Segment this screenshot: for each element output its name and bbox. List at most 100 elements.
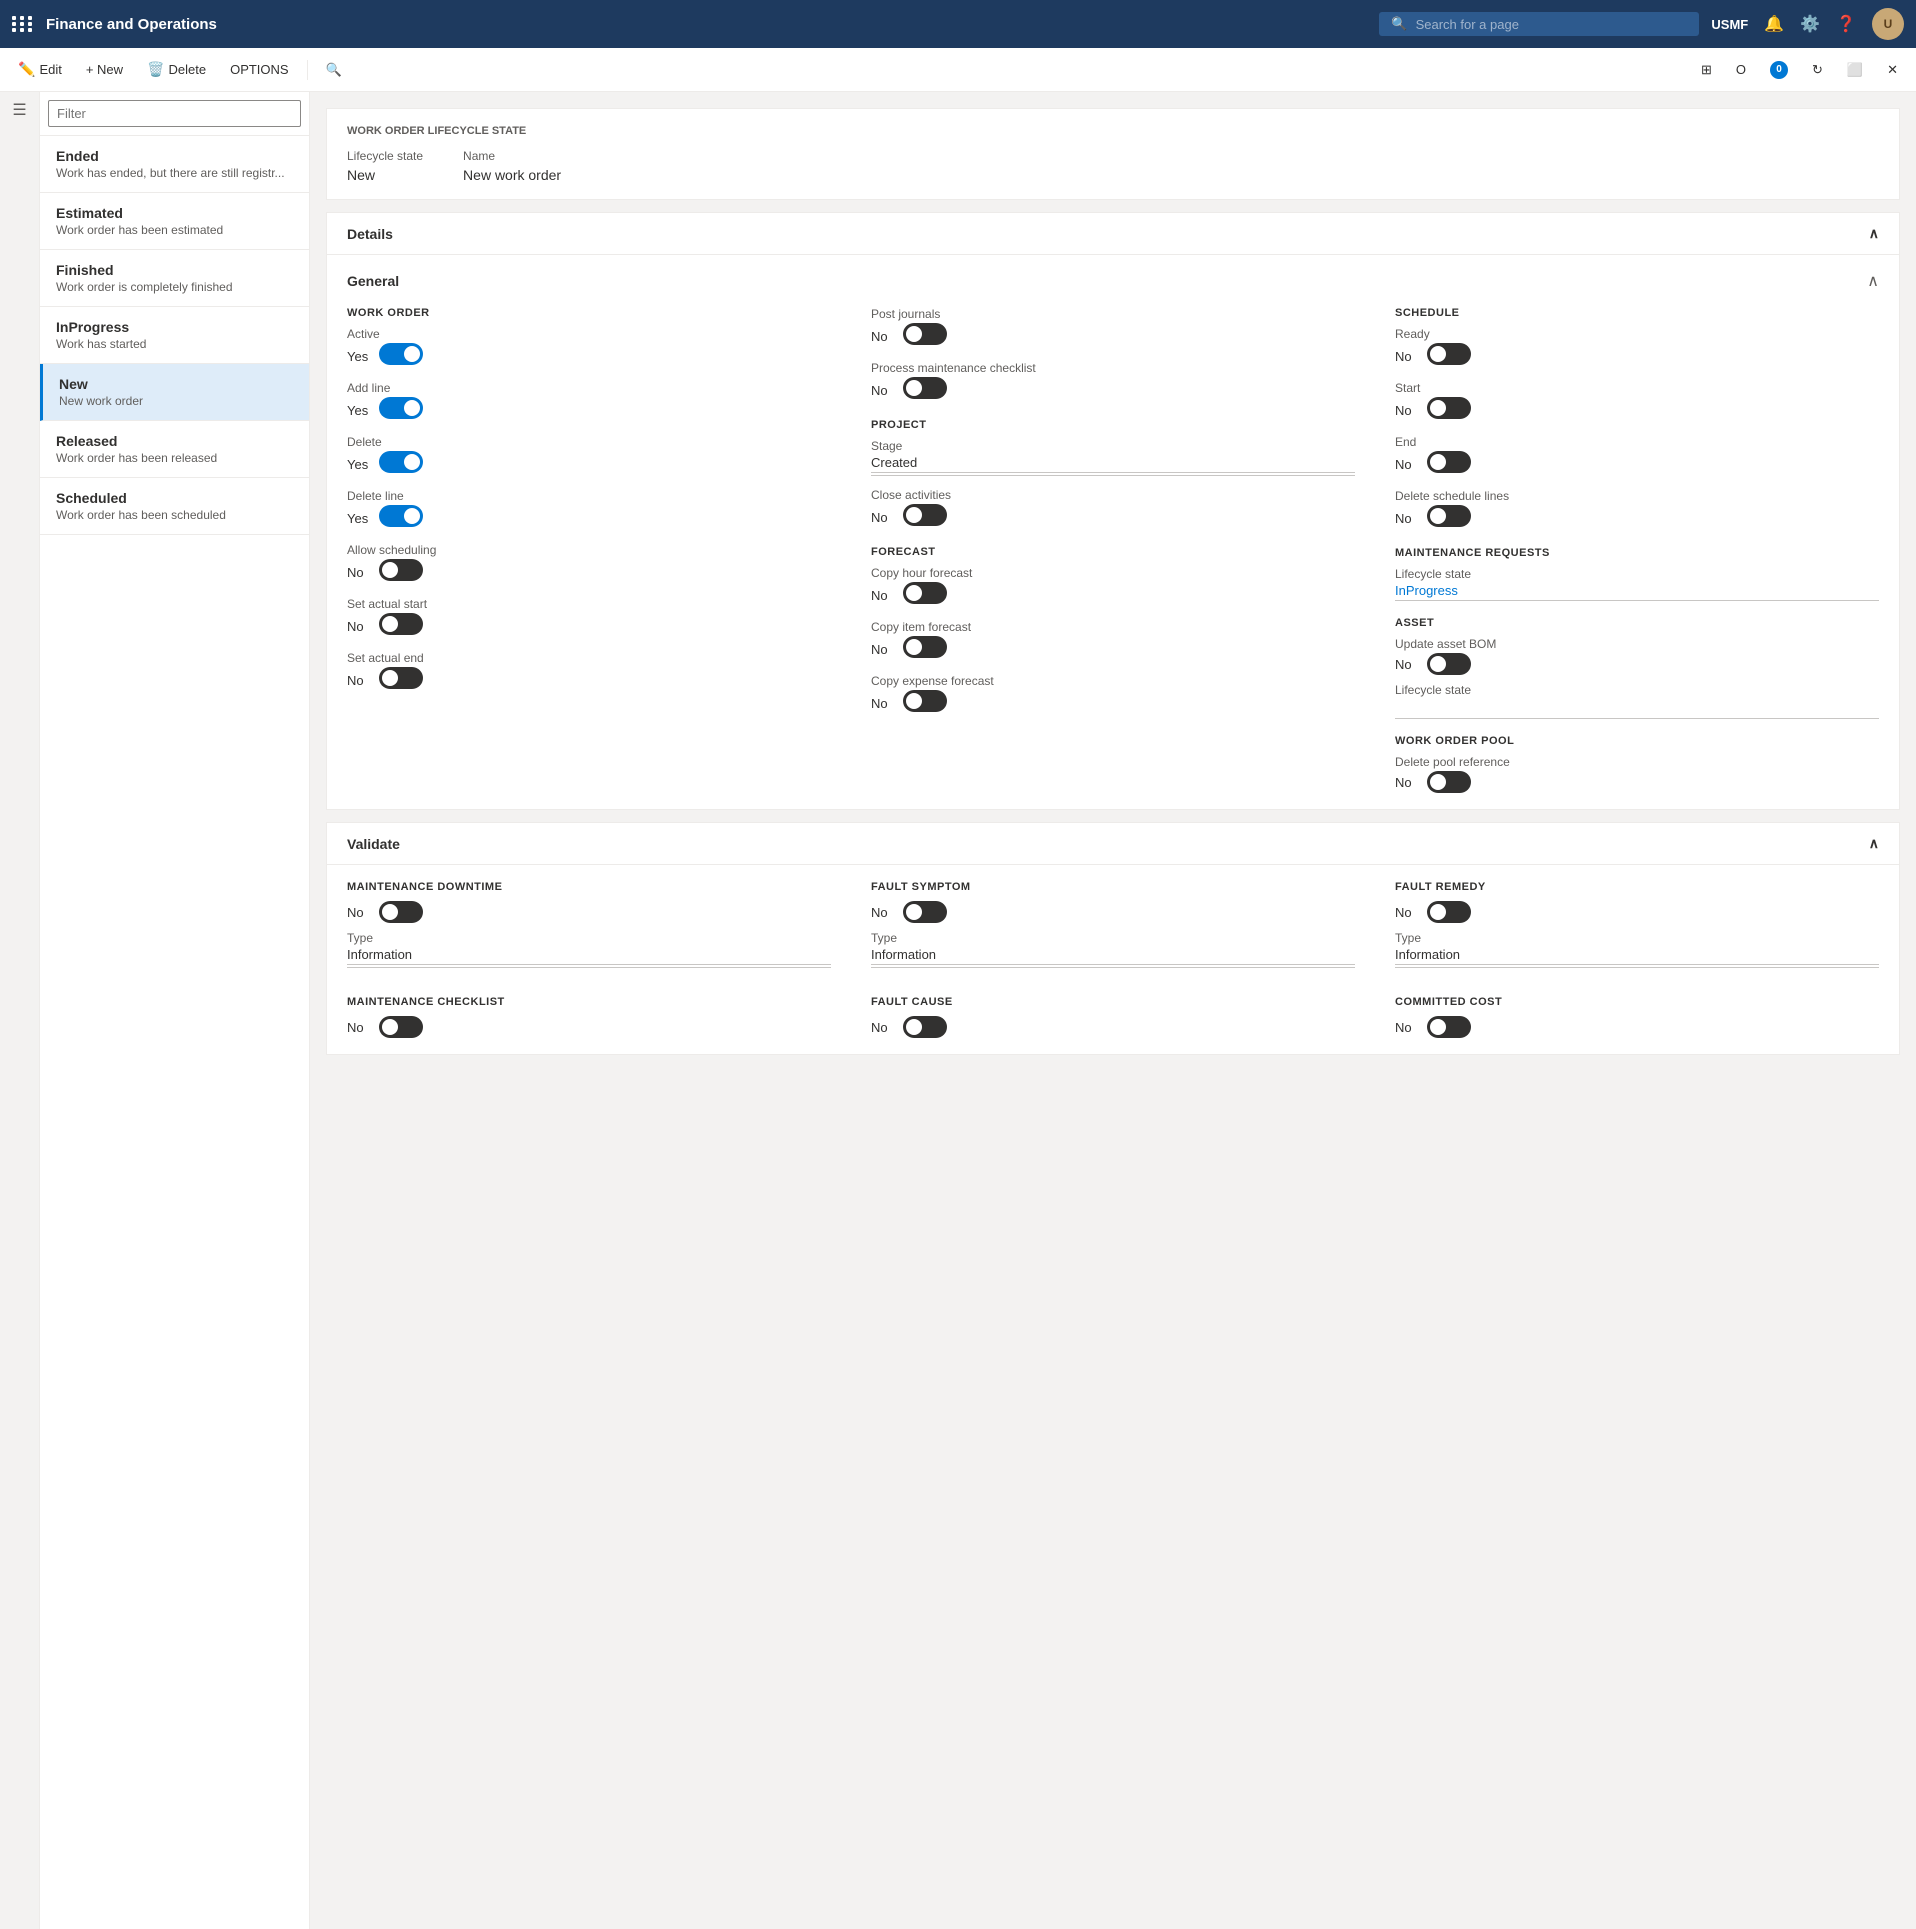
right-content: WORK ORDER LIFECYCLE STATE Lifecycle sta… xyxy=(310,92,1916,1929)
delete-pool-ref-toggle[interactable] xyxy=(1427,771,1471,793)
sidebar-item-scheduled[interactable]: Scheduled Work order has been scheduled xyxy=(40,478,309,535)
nav-actions: USMF 🔔 ⚙️ ❓ U xyxy=(1711,8,1904,40)
waffle-menu[interactable] xyxy=(12,16,34,32)
fault-symptom-value: No xyxy=(871,905,895,920)
delete-line-toggle[interactable] xyxy=(379,505,423,527)
copy-expense-forecast-toggle[interactable] xyxy=(903,690,947,712)
fault-remedy-toggle[interactable] xyxy=(1427,901,1471,923)
search-icon: 🔍 xyxy=(1391,16,1407,32)
start-toggle[interactable] xyxy=(1427,397,1471,419)
right-column: SCHEDULE Ready No xyxy=(1395,307,1879,793)
end-toggle[interactable] xyxy=(1427,451,1471,473)
command-bar: ✏️ Edit + New 🗑️ Delete OPTIONS 🔍 ⊞ O 0 … xyxy=(0,48,1916,92)
fr-type-value: Information xyxy=(1395,947,1879,965)
ready-value: No xyxy=(1395,349,1419,364)
edit-button[interactable]: ✏️ Edit xyxy=(8,55,72,84)
fr-type-field: Type Information xyxy=(1395,931,1879,968)
update-asset-bom-value: No xyxy=(1395,657,1419,672)
process-mc-label: Process maintenance checklist xyxy=(871,361,1355,375)
global-search[interactable]: 🔍 xyxy=(1379,12,1699,36)
notification-bell[interactable]: 🔔 xyxy=(1764,14,1784,34)
delete-schedule-lines-toggle[interactable] xyxy=(1427,505,1471,527)
set-actual-start-toggle[interactable] xyxy=(379,613,423,635)
maintenance-requests-label: MAINTENANCE REQUESTS xyxy=(1395,547,1879,559)
copy-hour-forecast-value: No xyxy=(871,588,895,603)
sidebar-list: Ended Work has ended, but there are stil… xyxy=(40,136,309,1929)
sidebar-item-finished[interactable]: Finished Work order is completely finish… xyxy=(40,250,309,307)
maintenance-downtime-toggle[interactable] xyxy=(379,901,423,923)
settings-icon[interactable]: ⚙️ xyxy=(1800,14,1820,34)
set-actual-end-value: No xyxy=(347,673,371,688)
post-journals-toggle[interactable] xyxy=(903,323,947,345)
search-filter-button[interactable]: 🔍 xyxy=(316,56,352,84)
start-field: Start No xyxy=(1395,381,1879,423)
allow-scheduling-toggle[interactable] xyxy=(379,559,423,581)
maintenance-checklist-toggle[interactable] xyxy=(379,1016,423,1038)
new-button[interactable]: + New xyxy=(76,56,133,83)
delete-toggle[interactable] xyxy=(379,451,423,473)
maximize-button[interactable]: ⬜ xyxy=(1837,56,1873,84)
sidebar-filter[interactable] xyxy=(40,92,309,136)
forecast-label: FORECAST xyxy=(871,546,1355,558)
sidebar-item-inprogress[interactable]: InProgress Work has started xyxy=(40,307,309,364)
stage-label: Stage xyxy=(871,439,1355,453)
delete-button[interactable]: 🗑️ Delete xyxy=(137,55,216,84)
sidebar-item-estimated[interactable]: Estimated Work order has been estimated xyxy=(40,193,309,250)
fault-symptom-col: FAULT SYMPTOM No Type Information xyxy=(871,881,1355,980)
process-mc-field: Process maintenance checklist No xyxy=(871,361,1355,403)
add-line-toggle[interactable] xyxy=(379,397,423,419)
committed-cost-toggle[interactable] xyxy=(1427,1016,1471,1038)
fault-remedy-value: No xyxy=(1395,905,1419,920)
fault-symptom-label: FAULT SYMPTOM xyxy=(871,881,1355,893)
office-icon[interactable]: O xyxy=(1726,56,1756,83)
active-toggle[interactable] xyxy=(379,343,423,365)
filter-icon[interactable]: ☰ xyxy=(12,100,26,120)
active-field: Active Yes xyxy=(347,327,831,369)
work-order-pool-label: WORK ORDER POOL xyxy=(1395,735,1879,747)
sidebar-item-released[interactable]: Released Work order has been released xyxy=(40,421,309,478)
process-mc-toggle[interactable] xyxy=(903,377,947,399)
filter-sidebar-toggle[interactable]: ☰ xyxy=(0,92,40,1929)
asset-subsection: ASSET Update asset BOM No Lifecycle s xyxy=(1395,617,1879,719)
fault-cause-toggle[interactable] xyxy=(903,1016,947,1038)
refresh-button[interactable]: ↻ xyxy=(1802,56,1833,84)
validate-section-header[interactable]: Validate ∧ xyxy=(327,823,1899,865)
left-sidebar: Ended Work has ended, but there are stil… xyxy=(40,92,310,1929)
sidebar-item-desc-released: Work order has been released xyxy=(56,451,293,465)
global-search-input[interactable] xyxy=(1416,17,1688,32)
sidebar-item-desc-ended: Work has ended, but there are still regi… xyxy=(56,166,293,180)
close-activities-toggle[interactable] xyxy=(903,504,947,526)
copy-hour-forecast-toggle[interactable] xyxy=(903,582,947,604)
general-chevron: ∧ xyxy=(1867,271,1879,291)
notification-badge[interactable]: 0 xyxy=(1760,55,1798,85)
sidebar-item-name-finished: Finished xyxy=(56,262,293,278)
fr-type-label: Type xyxy=(1395,931,1879,945)
copy-item-forecast-toggle[interactable] xyxy=(903,636,947,658)
sidebar-item-ended[interactable]: Ended Work has ended, but there are stil… xyxy=(40,136,309,193)
maintenance-downtime-label: MAINTENANCE DOWNTIME xyxy=(347,881,831,893)
filter-input[interactable] xyxy=(48,100,301,127)
process-mc-value: No xyxy=(871,383,895,398)
set-actual-end-toggle[interactable] xyxy=(379,667,423,689)
general-label: General xyxy=(347,273,399,289)
sidebar-item-new[interactable]: New New work order xyxy=(40,364,309,421)
set-actual-start-field: Set actual start No xyxy=(347,597,831,639)
mr-lifecycle-value[interactable]: InProgress xyxy=(1395,583,1879,601)
main-layout: ☰ Ended Work has ended, but there are st… xyxy=(0,92,1916,1929)
ready-toggle[interactable] xyxy=(1427,343,1471,365)
active-label: Active xyxy=(347,327,831,341)
details-section-header[interactable]: Details ∧ xyxy=(327,213,1899,255)
app-title: Finance and Operations xyxy=(46,16,1367,33)
fault-remedy-toggle-row: No xyxy=(1395,901,1879,923)
fault-symptom-toggle[interactable] xyxy=(903,901,947,923)
user-avatar[interactable]: U xyxy=(1872,8,1904,40)
delete-line-value: Yes xyxy=(347,511,371,526)
sidebar-item-name-new: New xyxy=(59,376,293,392)
post-journals-field: Post journals No xyxy=(871,307,1355,349)
project-label: PROJECT xyxy=(871,419,1355,431)
update-asset-bom-toggle[interactable] xyxy=(1427,653,1471,675)
close-button[interactable]: ✕ xyxy=(1877,56,1908,84)
help-icon[interactable]: ❓ xyxy=(1836,14,1856,34)
view-toggle[interactable]: ⊞ xyxy=(1691,56,1722,84)
options-button[interactable]: OPTIONS xyxy=(220,56,299,83)
